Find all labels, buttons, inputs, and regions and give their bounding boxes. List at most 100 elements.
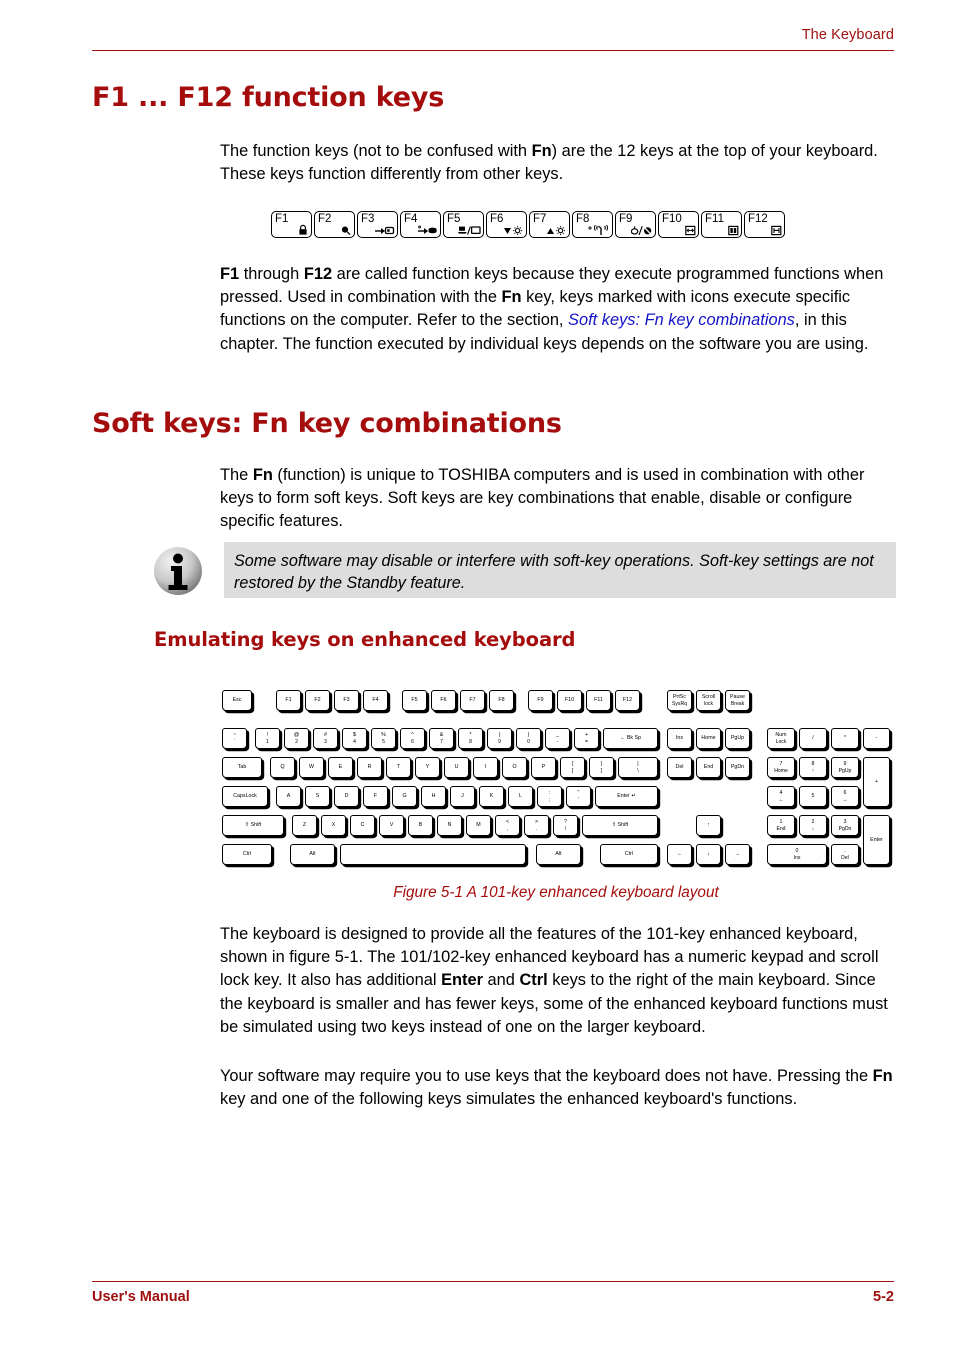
fn-key-f11: F11 [701,211,742,238]
kb-key-numpad-8: 8 ↑ [799,757,827,778]
kb-key-numpad-2: 2 ↓ [799,815,827,836]
keyboard-layout-diagram: Esc F1 F2 F3 F4 F5 F6 F7 F8 F9 F10 F11 F… [222,686,890,874]
numeric-mode-icon [727,224,739,237]
kb-key-end: End [696,757,721,778]
lock-icon [297,224,309,237]
kb-key-8: * 8 [458,728,483,749]
kb-key-f4: F4 [363,690,388,711]
kb-key-numpad-0: 0 Ins [767,844,827,865]
header-title: The Keyboard [801,27,894,43]
fn-key-f10: F10 [658,211,699,238]
kb-key-numpad-3: 3 PgDn [831,815,859,836]
cross-reference-link-soft-keys[interactable]: Soft keys: Fn key combinations [568,311,795,329]
kb-key-numpad-9: 9 PgUp [831,757,859,778]
fn-key-f2: F2 [314,211,355,238]
kb-key-numpad-enter: Enter [863,815,890,865]
kb-key-numpad-minus: - [863,728,890,749]
kb-key-3: #3 [313,728,338,749]
brightness-up-icon [546,224,567,237]
paragraph-p3-part2: (function) is unique to TOSHIBA computer… [220,466,865,531]
kb-key-pageup: PgUp [725,728,750,749]
kb-key-l: L [508,786,533,807]
display-output-icon [457,224,481,237]
kb-key-f11: F11 [586,690,611,711]
fn-key-f4-label: F4 [404,213,418,225]
kb-key-numpad-5: 5 [799,786,827,807]
fn-key-f1: F1 [271,211,312,238]
paragraph-p4-part2: and [483,971,520,990]
paragraph-keyboard-description: The keyboard is designed to provide all … [220,923,896,1039]
fn-key-f7-label: F7 [533,213,547,225]
kb-key-y: Y [415,757,440,778]
kb-key-s: S [305,786,330,807]
kb-key-9: (9 [487,728,512,749]
kb-key-equals: + = [574,728,599,749]
fn-key-f8: F8 [572,211,613,238]
figure-caption: Figure 5-1 A 101-key enhanced keyboard l… [393,884,719,901]
kb-key-e: E [328,757,353,778]
fn-key-f3: F3 [357,211,398,238]
power-plan-icon [339,224,352,237]
kb-key-arrow-down: ↓ [696,844,721,865]
kb-key-b: B [408,815,433,836]
kb-key-tab: Tab [222,757,262,778]
kb-key-shift-left: ⇧ Shift [222,815,284,836]
kb-key-q: Q [270,757,295,778]
kb-key-f6: F6 [431,690,456,711]
paragraph-p4-bold-ctrl: Ctrl [519,971,548,990]
paragraph-p2-bold-fn: Fn [501,288,522,307]
heading-soft-keys-fn-key-combinations: Soft keys: Fn key combinations [92,408,562,439]
kb-key-tilde: ~ ` [222,728,247,749]
kb-key-a: A [276,786,301,807]
kb-key-f3: F3 [334,690,359,711]
kb-key-capslock: CapsLock [222,786,268,807]
fn-key-f10-label: F10 [662,213,682,225]
paragraph-intro-part1: The function keys (not to be confused wi… [220,142,532,160]
fn-key-f6: F6 [486,211,527,238]
header-rule [92,50,894,51]
fn-key-f9: F9 [615,211,656,238]
fn-key-f5: F5 [443,211,484,238]
heading-f1-f12-function-keys: F1 ... F12 function keys [92,82,445,113]
kb-key-f8: F8 [489,690,514,711]
kb-key-numpad-6: 6 → [831,786,859,807]
kb-key-d: D [334,786,359,807]
kb-key-numpad-divide: / [799,728,827,749]
kb-key-7: & 7 [429,728,454,749]
fn-key-f4: F4 [400,211,441,238]
wireless-icon [587,224,610,237]
paragraph-intro-bold-fn: Fn [531,142,552,160]
kb-key-semicolon: :; [537,786,562,807]
kb-key-pause-break: Pause Break [725,690,750,711]
kb-key-f12: F12 [615,690,640,711]
hibernate-icon [417,224,438,237]
kb-key-space [340,844,526,865]
footer-page-number: 5-2 [873,1289,894,1305]
kb-key-1: ! 1 [255,728,280,749]
paragraph-p5-part1: Your software may require you to use key… [220,1067,873,1085]
kb-key-r: R [357,757,382,778]
kb-key-n: N [437,815,462,836]
kb-key-i: I [473,757,498,778]
kb-key-f9: F9 [528,690,553,711]
paragraph-p5-bold-fn: Fn [872,1067,893,1085]
kb-key-f5: F5 [402,690,427,711]
kb-key-bracket-left: {[ [560,757,585,778]
kb-key-period: >. [524,815,549,836]
kb-key-t: T [386,757,411,778]
footer-row: User's Manual 5-2 [92,1289,894,1305]
kb-key-f7: F7 [460,690,485,711]
kb-key-f: F [363,786,388,807]
touchpad-off-icon [630,224,653,237]
kb-key-ctrl-right: Ctrl [600,844,658,865]
kb-key-v: V [379,815,404,836]
kb-key-numpad-decimal: . Del [831,844,859,865]
kb-key-4: $4 [342,728,367,749]
function-key-strip-diagram: F1 F2 F3 F4 F5 F6 F7 F8 F9 F10 F11 F12 [271,211,785,238]
kb-key-numpad-multiply: * [831,728,859,749]
kb-key-backslash: | \ [618,757,658,778]
scroll-lock-icon [770,224,782,237]
kb-key-bracket-right: }] [589,757,614,778]
kb-key-6: ^ 6 [400,728,425,749]
kb-key-backspace: ← Bk Sp [603,728,658,749]
